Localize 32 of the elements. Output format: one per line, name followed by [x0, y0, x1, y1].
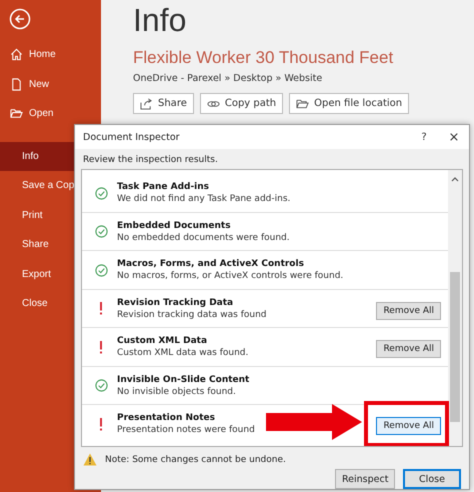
note-text: Note: Some changes cannot be undone.: [105, 454, 286, 464]
result-detail: Presentation notes were found: [117, 425, 256, 436]
result-title: Invisible On-Slide Content: [117, 374, 250, 385]
result-detail: Revision tracking data was found: [117, 310, 268, 320]
remove-all-button[interactable]: Remove All: [376, 340, 441, 358]
file-title: Flexible Worker 30 Thousand Feet: [133, 48, 394, 68]
result-title: Embedded Documents: [117, 220, 232, 231]
remove-all-button[interactable]: Remove All: [376, 302, 441, 320]
help-button[interactable]: ?: [409, 132, 439, 143]
file-path: OneDrive - Parexel » Desktop » Website: [133, 73, 324, 84]
dialog-title: Document Inspector: [83, 132, 181, 143]
result-detail: No invisible objects found.: [117, 386, 237, 397]
result-detail: Custom XML data was found.: [117, 348, 250, 358]
toolbar-button[interactable]: Open file location: [289, 93, 410, 114]
page-heading: Info: [133, 2, 188, 39]
result-title: Macros, Forms, and ActiveX Controls: [117, 259, 305, 270]
result-title: Custom XML Data: [117, 336, 208, 346]
dialog-button[interactable]: Close: [403, 469, 461, 489]
toolbar-button[interactable]: Copy path: [200, 93, 284, 114]
remove-all-button[interactable]: Remove All: [376, 417, 441, 436]
nav-item[interactable]: Open: [0, 99, 101, 128]
result-title: Presentation Notes: [117, 413, 216, 424]
result-title: Task Pane Add-ins: [117, 182, 210, 192]
result-detail: We did not find any Task Pane add-ins.: [117, 194, 292, 204]
result-detail: No macros, forms, or ActiveX controls were found.: [117, 271, 344, 282]
result-title: Revision Tracking Data: [117, 298, 234, 308]
close-button[interactable]: ×: [439, 130, 469, 145]
nav-item[interactable]: New: [0, 70, 101, 99]
toolbar-button[interactable]: Share: [133, 93, 194, 114]
nav-item[interactable]: Home: [0, 40, 101, 70]
dialog-button[interactable]: Reinspect: [335, 469, 395, 489]
result-detail: No embedded documents were found.: [117, 232, 291, 243]
